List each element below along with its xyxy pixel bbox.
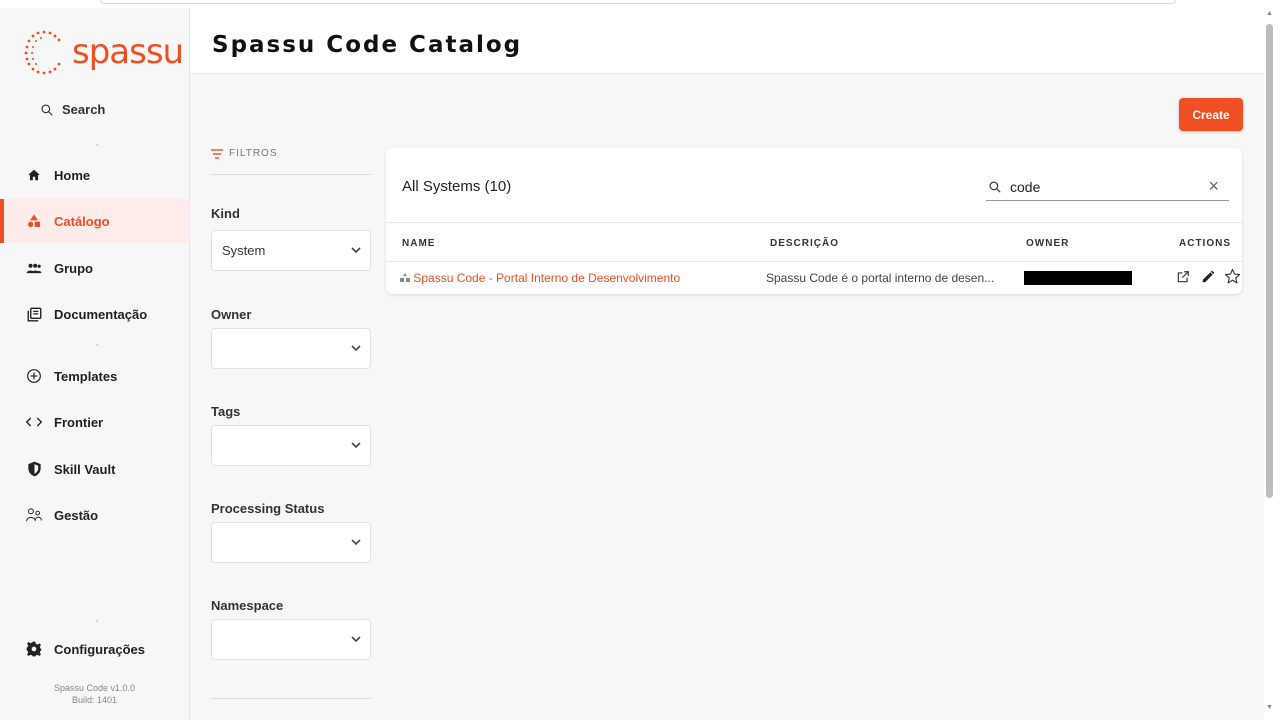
sidebar-item-label: Home [54,167,91,183]
app-window: spassu Search Home Catálogo Grupo Docume… [0,0,1280,720]
page-title: Spassu Code Catalog [212,32,523,58]
top-edge [100,0,1176,4]
version-info: Spassu Code v1.0.0 Build: 1401 [0,682,189,706]
edit-icon[interactable] [1199,268,1216,285]
sidebar-item-frontier[interactable]: Frontier [0,400,189,444]
sidebar-item-configuracoes[interactable]: Configurações [0,627,189,671]
create-button[interactable]: Create [1179,98,1243,131]
kind-select-value: System [222,243,266,258]
separator-dot [96,344,98,346]
kind-select[interactable]: System [211,230,371,271]
logo[interactable]: spassu [24,26,184,78]
column-header-owner[interactable]: OWNER [1026,238,1069,249]
kind-label: Kind [211,206,240,221]
sidebar-item-skill-vault[interactable]: Skill Vault [0,447,189,491]
chevron-down-icon [351,247,361,254]
sidebar-item-label: Catálogo [54,213,110,229]
search-button[interactable]: Search [40,102,105,117]
table-header: NAME DESCRIÇÃO OWNER ACTIONS [386,222,1242,262]
people-icon [26,507,42,523]
sidebar-item-grupo[interactable]: Grupo [0,246,189,290]
logo-text: spassu [72,32,184,72]
sidebar-item-documentacao[interactable]: Documentação [0,292,189,336]
add-circle-icon [26,368,42,384]
divider [211,698,371,699]
processing-status-label: Processing Status [211,501,325,516]
filter-icon [211,148,223,159]
page-header: Spassu Code Catalog [190,8,1264,74]
system-name-text: Spassu Code - Portal Interno de Desenvol… [413,271,681,285]
namespace-select[interactable] [211,619,371,660]
owner-select[interactable] [211,328,371,369]
system-icon [400,273,410,282]
search-icon [989,180,1001,193]
filters-heading: FILTROS [211,148,277,159]
build-text: Build: 1401 [71,695,118,705]
star-icon[interactable] [1224,268,1241,285]
code-icon [26,414,42,430]
sidebar-item-label: Configurações [54,641,146,657]
tags-select[interactable] [211,425,371,466]
system-description: Spassu Code é o portal interno de desen.… [766,271,995,285]
main-content: Create FILTROS Kind System Owner Tags Pr… [190,74,1264,720]
search-label: Search [62,102,106,117]
clear-search-icon[interactable]: × [1208,177,1219,195]
sidebar-item-label: Grupo [54,260,93,276]
row-actions [1174,268,1241,285]
chevron-down-icon [351,345,361,352]
owner-redacted [1024,271,1132,285]
version-text: Spassu Code v1.0.0 [53,683,136,693]
divider [211,174,371,175]
chevron-down-icon [351,442,361,449]
docs-icon [26,306,42,322]
tags-label: Tags [211,404,241,419]
search-icon [41,103,53,116]
table-title: All Systems (10) [402,178,512,195]
sidebar-item-label: Frontier [54,414,104,430]
sidebar-item-templates[interactable]: Templates [0,354,189,398]
sidebar-item-label: Templates [54,368,118,384]
column-header-descricao[interactable]: DESCRIÇÃO [770,238,839,249]
sidebar-item-gestao[interactable]: Gestão [0,493,189,537]
system-name-link[interactable]: Spassu Code - Portal Interno de Desenvol… [400,271,680,285]
namespace-label: Namespace [211,598,284,613]
owner-label: Owner [211,307,252,322]
sidebar-item-catalogo[interactable]: Catálogo [0,199,189,243]
filters-heading-label: FILTROS [229,148,278,159]
scroll-down-icon[interactable]: ▼ [1266,704,1273,711]
table-search-input[interactable] [1010,178,1190,195]
gear-icon [26,641,42,657]
logo-mark-icon [24,30,61,75]
open-external-icon[interactable] [1174,268,1191,285]
sidebar-item-label: Documentação [54,306,148,322]
chevron-down-icon [351,539,361,546]
sidebar-item-home[interactable]: Home [0,153,189,197]
column-header-name[interactable]: NAME [402,238,435,249]
column-header-actions: ACTIONS [1179,238,1231,249]
table-row: Spassu Code - Portal Interno de Desenvol… [386,262,1242,294]
systems-table-card: All Systems (10) × NAME DESCRIÇÃO OWNER … [386,148,1242,294]
group-icon [26,260,42,276]
processing-status-select[interactable] [211,522,371,563]
separator-dot [96,620,98,622]
scrollbar-thumb[interactable] [1266,24,1273,498]
separator-dot [96,144,98,146]
catalog-icon [26,213,42,229]
home-icon [26,167,42,183]
sidebar-item-label: Gestão [54,507,99,523]
scroll-up-icon[interactable]: ▲ [1266,10,1273,17]
sidebar-item-label: Skill Vault [54,461,116,477]
table-search: × [986,173,1229,201]
sidebar: spassu Search Home Catálogo Grupo Docume… [0,8,190,720]
shield-icon [26,461,42,477]
chevron-down-icon [351,636,361,643]
